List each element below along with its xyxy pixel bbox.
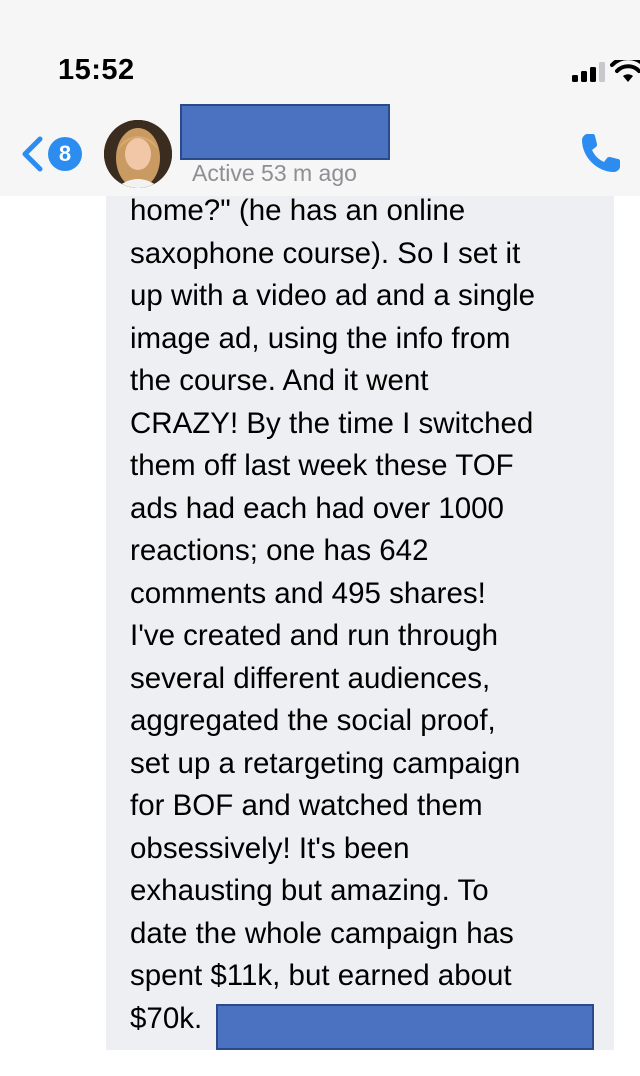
message-redaction [216,1004,594,1050]
unread-count-badge: 8 [48,137,82,171]
phone-icon[interactable] [578,130,624,176]
avatar[interactable] [104,120,172,188]
chat-header: 8 Active 53 m ago [0,100,640,196]
profile-photo [104,120,172,188]
message-text: home?" (he has an online saxophone cours… [130,194,536,1035]
contact-name-redaction [180,104,390,160]
chevron-left-icon [22,136,43,172]
status-time: 15:52 [58,54,135,86]
status-bar: 15:52 [0,0,640,100]
back-button[interactable]: 8 [18,134,82,174]
cellular-signal-icon [572,62,605,82]
message-bubble[interactable]: home?" (he has an online saxophone cours… [106,194,614,1050]
wifi-icon [610,60,640,82]
active-status: Active 53 m ago [192,160,357,186]
